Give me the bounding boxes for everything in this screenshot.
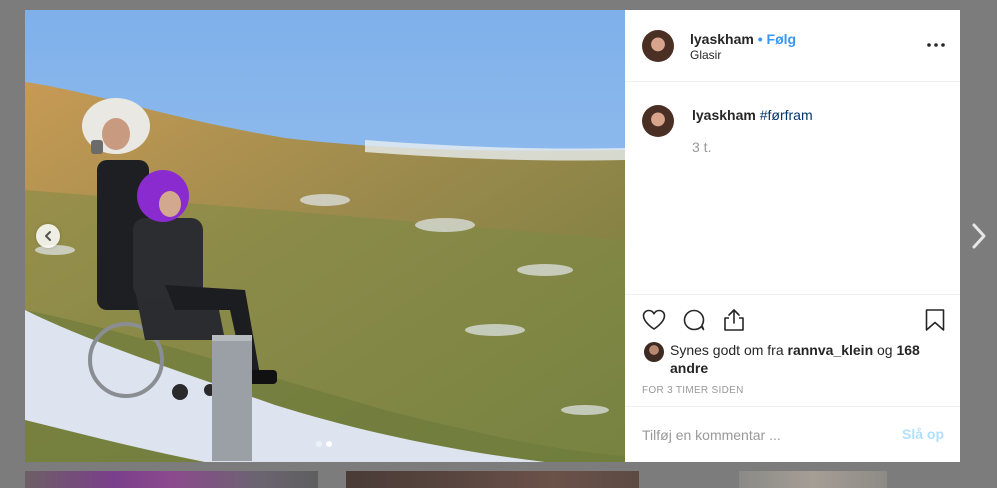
location-link[interactable]: Glasir <box>690 48 721 62</box>
comment-input[interactable] <box>642 425 872 445</box>
more-options-icon <box>927 43 945 47</box>
separator-dot: • <box>757 31 763 47</box>
caption-block: lyaskham #førfram 3 t. <box>625 82 960 294</box>
caption-hashtag[interactable]: #førfram <box>760 107 813 123</box>
likes-summary: Synes godt om fra rannva_klein og 168 an… <box>670 341 940 377</box>
post-detail-panel: lyaskham • Følg Glasir lyaskham #førfram… <box>625 10 960 462</box>
post-header: lyaskham • Følg Glasir <box>625 10 960 82</box>
post-comment-button[interactable]: Slå op <box>902 426 944 442</box>
likes-prefix: Synes godt om fra <box>670 342 784 358</box>
carousel-indicator <box>316 441 332 447</box>
post-actions: Synes godt om fra rannva_klein og 168 an… <box>625 294 960 407</box>
grid-thumbnail[interactable] <box>25 471 318 488</box>
like-button[interactable] <box>641 307 667 333</box>
header-user-line: lyaskham • Følg <box>690 31 796 47</box>
username-link[interactable]: lyaskham <box>690 31 754 47</box>
post-photo <box>25 10 625 462</box>
caption-time: 3 t. <box>692 139 712 155</box>
share-icon <box>724 309 744 331</box>
share-button[interactable] <box>721 307 747 333</box>
liker-avatar[interactable] <box>644 342 664 362</box>
bookmark-icon <box>925 309 945 331</box>
caption-avatar[interactable] <box>642 105 674 137</box>
grid-thumbnail[interactable] <box>739 471 887 488</box>
caption-username[interactable]: lyaskham <box>692 107 756 123</box>
more-options-button[interactable] <box>925 36 947 54</box>
chevron-left-icon <box>45 231 51 241</box>
avatar[interactable] <box>642 30 674 62</box>
post-timestamp: FOR 3 TIMER SIDEN <box>642 385 744 396</box>
likes-and: og <box>877 342 893 358</box>
save-button[interactable] <box>922 307 948 333</box>
carousel-dot <box>316 441 322 447</box>
carousel-dot-active <box>326 441 332 447</box>
caption-text: lyaskham #førfram <box>692 107 813 123</box>
grid-thumbnail[interactable] <box>346 471 639 488</box>
carousel-prev-button[interactable] <box>36 224 60 248</box>
heart-icon <box>642 309 666 330</box>
liker-username[interactable]: rannva_klein <box>788 342 874 358</box>
speech-bubble-icon <box>683 309 705 331</box>
follow-button[interactable]: Følg <box>767 31 797 47</box>
next-post-button[interactable] <box>968 222 990 250</box>
comment-button[interactable] <box>681 307 707 333</box>
chevron-right-icon <box>972 223 986 249</box>
add-comment-bar: Slå op <box>625 406 960 463</box>
